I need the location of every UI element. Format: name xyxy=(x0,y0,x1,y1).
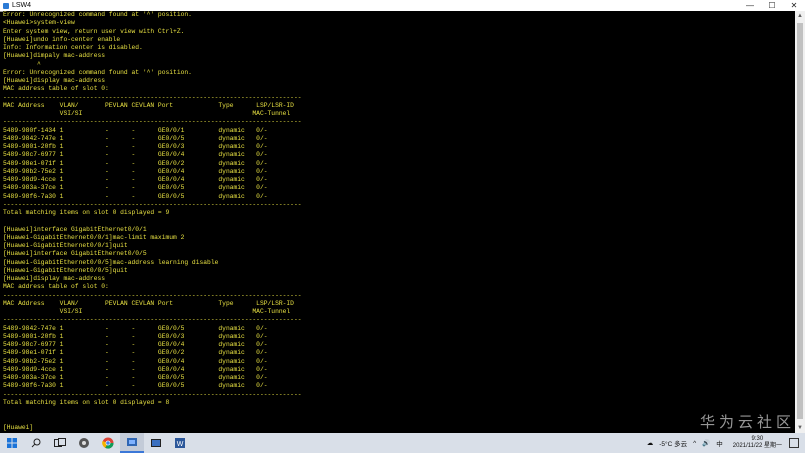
terminal-line: 5489-98c7-6977 1 - - GE0/0/4 dynamic 0/- xyxy=(3,341,268,348)
terminal-line: VSI/SI MAC-Tunnel xyxy=(3,308,291,315)
terminal-line: ----------------------------------------… xyxy=(3,118,302,126)
terminal-line: MAC Address VLAN/ PEVLAN CEVLAN Port Typ… xyxy=(3,101,294,109)
terminal-line: 5489-98b2-75e2 1 - - GE0/0/4 dynamic 0/- xyxy=(3,357,268,365)
watermark-text: 华为云社区 xyxy=(699,413,795,431)
weather-text[interactable]: -5°C 多云 xyxy=(659,438,687,448)
terminal-line: 5489-980f-1434 1 - - GE0/0/1 dynamic 0/- xyxy=(3,126,268,134)
system-tray: ☁ -5°C 多云 ^ 🔊 中 9:30 2021/11/22 星期一 xyxy=(644,433,805,453)
terminal-line: Error: Unrecognized command found at '^'… xyxy=(3,68,192,76)
terminal-line: [Huawei]undo info-center enable xyxy=(3,35,121,43)
close-button[interactable]: ✕ xyxy=(783,0,805,11)
terminal-icon[interactable] xyxy=(144,433,168,453)
terminal-line: 5489-983a-37ce 1 - - GE0/0/5 dynamic 0/- xyxy=(3,374,268,381)
ime-indicator[interactable]: 中 xyxy=(716,438,723,448)
weather-icon[interactable]: ☁ xyxy=(647,439,654,447)
windows-start-icon[interactable] xyxy=(0,433,24,453)
terminal-line: MAC Address VLAN/ PEVLAN CEVLAN Port Typ… xyxy=(3,299,294,307)
terminal-output[interactable]: Error: Unrecognized command found at '^'… xyxy=(3,11,795,433)
terminal-line: VSI/SI MAC-Tunnel xyxy=(3,110,291,117)
terminal-line: [Huawei]interface GigabitEthernet0/0/5 xyxy=(3,250,147,258)
terminal-line: 5489-98f6-7a30 1 - - GE0/0/5 dynamic 0/- xyxy=(3,382,268,390)
scroll-down-icon[interactable]: ▼ xyxy=(795,423,805,433)
vertical-scrollbar[interactable]: ▲ ▼ xyxy=(795,11,805,433)
scroll-up-icon[interactable]: ▲ xyxy=(795,11,805,21)
terminal-line: [Huawei]display mac-address xyxy=(3,275,106,282)
search-icon[interactable] xyxy=(24,433,48,453)
terminal-line: [Huawei-GigabitEthernet0/0/1]mac-limit m… xyxy=(3,233,185,241)
chevron-up-icon[interactable]: ^ xyxy=(693,440,696,447)
terminal-line: ^ xyxy=(3,60,41,68)
terminal-line: 5489-983a-37ce 1 - - GE0/0/5 dynamic 0/- xyxy=(3,184,268,192)
terminal-line: <Huawei>system-view xyxy=(3,19,75,27)
taskbar-clock[interactable]: 9:30 2021/11/22 星期一 xyxy=(730,436,785,450)
terminal-line: Enter system view, return user view with… xyxy=(3,27,185,35)
app-icon[interactable] xyxy=(72,433,96,453)
volume-icon[interactable]: 🔊 xyxy=(702,439,710,447)
terminal-line: 5489-9801-20fb 1 - - GE0/0/3 dynamic 0/- xyxy=(3,332,268,340)
terminal-line: ----------------------------------------… xyxy=(3,316,302,324)
terminal-line: Total matching items on slot 0 displayed… xyxy=(3,398,170,406)
word-icon[interactable]: W xyxy=(168,433,192,453)
terminal-line: 5489-98e1-071f 1 - - GE0/0/2 dynamic 0/- xyxy=(3,159,268,167)
terminal-line: ----------------------------------------… xyxy=(3,291,302,299)
task-view-icon[interactable] xyxy=(48,433,72,453)
terminal-line: [Huawei-GigabitEthernet0/0/5]mac-address… xyxy=(3,258,219,266)
terminal-line: 5489-9801-20fb 1 - - GE0/0/3 dynamic 0/- xyxy=(3,143,268,150)
clock-date: 2021/11/22 星期一 xyxy=(732,443,782,449)
terminal-line: ----------------------------------------… xyxy=(3,390,302,398)
terminal-line: ----------------------------------------… xyxy=(3,93,302,101)
clock-time: 9:30 xyxy=(751,436,764,442)
terminal-line: 5489-98c7-6977 1 - - GE0/0/4 dynamic 0/- xyxy=(3,151,268,159)
terminal-line: MAC address table of slot 0: xyxy=(3,85,109,93)
terminal-line: Total matching items on slot 0 displayed… xyxy=(3,209,170,216)
terminal-line: [Huawei-GigabitEthernet0/0/5]quit xyxy=(3,266,128,274)
terminal-line: [Huawei]dimpaly mac-address xyxy=(3,52,106,60)
terminal-line: [Huawei]display mac-address xyxy=(3,77,106,84)
chrome-icon[interactable] xyxy=(96,433,120,453)
terminal-line: [Huawei-GigabitEthernet0/0/1]quit xyxy=(3,242,128,249)
terminal-line: [Huawei] xyxy=(3,423,34,431)
terminal-line: 5489-98f6-7a30 1 - - GE0/0/5 dynamic 0/- xyxy=(3,192,268,200)
terminal-line: MAC address table of slot 0: xyxy=(3,283,109,291)
ensp-icon[interactable] xyxy=(120,433,144,453)
window-controls: — ☐ ✕ xyxy=(739,0,805,11)
svg-text:W: W xyxy=(177,441,184,448)
terminal-line: [Huawei]interface GigabitEthernet0/0/1 xyxy=(3,225,147,233)
minimize-button[interactable]: — xyxy=(739,0,761,11)
app-icon xyxy=(3,2,9,9)
terminal-line: ----------------------------------------… xyxy=(3,200,302,208)
window-title: LSW4 xyxy=(12,2,32,9)
terminal-line: 5489-98e1-071f 1 - - GE0/0/2 dynamic 0/- xyxy=(3,349,268,357)
maximize-button[interactable]: ☐ xyxy=(761,0,783,11)
terminal-line: 5489-9842-747e 1 - - GE0/0/5 dynamic 0/- xyxy=(3,324,268,332)
terminal-line: 5489-9842-747e 1 - - GE0/0/5 dynamic 0/- xyxy=(3,134,268,142)
terminal-line: 5489-98b2-75e2 1 - - GE0/0/4 dynamic 0/- xyxy=(3,167,268,175)
terminal-line: 5489-98d9-4cce 1 - - GE0/0/4 dynamic 0/- xyxy=(3,176,268,183)
taskbar: W ☁ -5°C 多云 ^ 🔊 中 9:30 2021/11/22 星期一 xyxy=(0,433,805,453)
terminal-line: Info: Information center is disabled. xyxy=(3,44,143,51)
scroll-thumb[interactable] xyxy=(797,23,803,419)
terminal-line: 5489-98d9-4cce 1 - - GE0/0/4 dynamic 0/- xyxy=(3,365,268,373)
terminal-line: Error: Unrecognized command found at '^'… xyxy=(3,11,192,18)
notification-icon[interactable] xyxy=(789,438,799,448)
